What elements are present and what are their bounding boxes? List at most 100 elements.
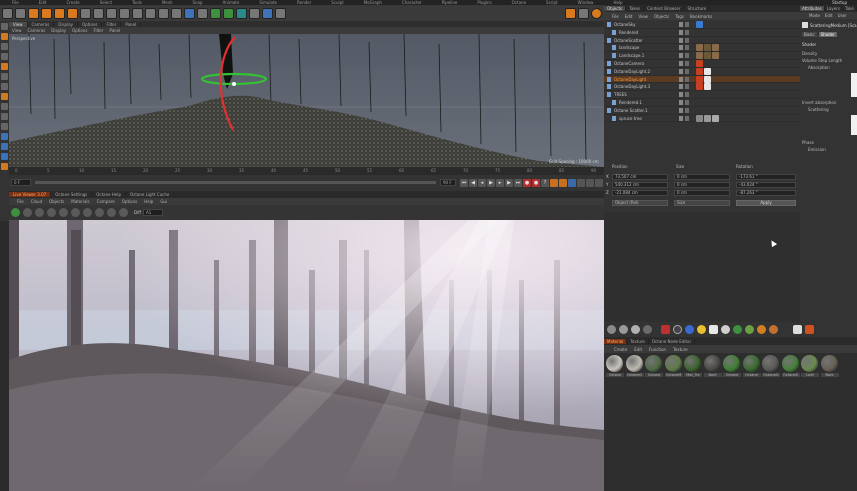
enable-toggle-icon[interactable] — [685, 92, 689, 98]
render-picture-viewer-icon[interactable] — [158, 7, 169, 19]
daylight-icon[interactable] — [685, 325, 694, 334]
tab-structure[interactable]: Structure — [684, 6, 711, 11]
om-menu-bookmarks[interactable]: Bookmarks — [690, 14, 712, 19]
visibility-toggle-icon[interactable] — [679, 29, 683, 35]
goto-end-icon[interactable]: ⏭ — [514, 178, 522, 187]
object-row[interactable]: OctaneDayLight — [604, 75, 800, 84]
material-swatch[interactable]: OctaneG — [625, 355, 644, 378]
rv-menu-objects[interactable]: Objects — [49, 199, 64, 204]
live-selection-icon[interactable] — [28, 7, 39, 19]
vp-menu-panel[interactable]: Panel — [109, 28, 120, 33]
sculpt-icon[interactable] — [1, 153, 8, 160]
object-tag-icon[interactable] — [696, 44, 703, 52]
uv-mode-icon[interactable] — [1, 83, 8, 90]
object-tag-icon[interactable] — [704, 52, 711, 60]
enable-toggle-icon[interactable] — [685, 29, 689, 35]
size-x-field[interactable]: 0 cm — [674, 174, 730, 180]
keyframe-selection-icon[interactable]: ? — [541, 178, 549, 187]
visibility-toggle-icon[interactable] — [679, 92, 683, 98]
x-axis-icon[interactable] — [93, 7, 104, 19]
material-swatch[interactable]: Bark — [703, 355, 722, 378]
next-frame-icon[interactable]: ▸ — [496, 178, 504, 187]
stop-icon[interactable] — [47, 208, 56, 217]
scattering-swatch[interactable] — [851, 115, 857, 135]
workplane-icon[interactable] — [1, 43, 8, 50]
tab-layers[interactable]: Layers — [825, 6, 843, 11]
diffuse-material-icon[interactable] — [607, 325, 616, 334]
channel-select[interactable]: A1 — [142, 209, 163, 216]
coordinate-system-icon[interactable] — [132, 7, 143, 19]
scale-icon[interactable] — [54, 7, 65, 19]
mat-menu-texture[interactable]: Texture — [673, 347, 688, 352]
clay-mode-icon[interactable] — [83, 208, 92, 217]
lock-icon[interactable] — [591, 7, 602, 19]
tab-cameras[interactable]: Cameras — [28, 21, 55, 27]
position-y-field[interactable]: 540.312 cm — [612, 182, 668, 188]
render-settings-icon[interactable] — [171, 7, 182, 19]
vp-menu-filter[interactable]: Filter — [93, 28, 103, 33]
enable-toggle-icon[interactable] — [685, 76, 689, 82]
time-slider[interactable] — [35, 181, 436, 184]
subtab-basic[interactable]: Basic — [802, 32, 817, 37]
enable-toggle-icon[interactable] — [685, 115, 689, 121]
visibility-toggle-icon[interactable] — [679, 115, 683, 121]
z-axis-icon[interactable] — [119, 7, 130, 19]
enable-toggle-icon[interactable] — [685, 45, 689, 51]
size-y-field[interactable]: 0 cm — [674, 182, 730, 188]
tab-display[interactable]: Display — [54, 21, 79, 27]
size-z-field[interactable]: 0 cm — [674, 190, 730, 196]
visibility-toggle-icon[interactable] — [679, 37, 683, 43]
octane-icon[interactable] — [565, 7, 576, 19]
enable-axis-icon[interactable] — [1, 93, 8, 100]
rv-menu-cloud[interactable]: Cloud — [31, 199, 42, 204]
render-view-icon[interactable] — [145, 7, 156, 19]
mat-menu-create[interactable]: Create — [614, 347, 627, 352]
param-key-icon[interactable] — [577, 178, 585, 187]
mat-menu-edit[interactable]: Edit — [634, 347, 642, 352]
autokey-icon[interactable]: ● — [532, 178, 540, 187]
object-row[interactable]: Rendered — [604, 29, 800, 37]
material-swatch[interactable]: OctaneM — [664, 355, 683, 378]
object-tag-icon[interactable] — [696, 114, 703, 122]
move-icon[interactable] — [41, 7, 52, 19]
start-frame-field[interactable]: 0 F — [11, 179, 31, 186]
solo-icon[interactable] — [1, 133, 8, 140]
light-icon[interactable] — [275, 7, 286, 19]
enable-toggle-icon[interactable] — [685, 100, 689, 105]
om-menu-view[interactable]: View — [638, 14, 648, 19]
material-swatch[interactable]: Leaf — [801, 355, 819, 378]
vdb-icon[interactable] — [745, 325, 754, 334]
tab-options[interactable]: Options — [78, 21, 103, 27]
render-output[interactable] — [9, 220, 604, 491]
enable-toggle-icon[interactable] — [685, 61, 689, 66]
visibility-toggle-icon[interactable] — [679, 68, 683, 74]
mix-material-icon[interactable] — [643, 325, 652, 334]
object-tag-icon[interactable] — [712, 44, 719, 52]
sphere-light-icon[interactable] — [721, 325, 730, 334]
object-row[interactable]: Octane Scatter.1 — [604, 107, 800, 115]
tab-texture[interactable]: Texture — [627, 339, 649, 344]
specular-material-icon[interactable] — [631, 325, 640, 334]
object-tag-icon[interactable] — [712, 52, 719, 60]
timeline-ruler[interactable]: 0 5 10 15 20 25 30 35 40 45 50 55 60 65 70 75 80 85 90 — [9, 167, 604, 175]
pause-icon[interactable] — [35, 208, 44, 217]
rv-menu-materials[interactable]: Materials — [71, 199, 89, 204]
material-swatch[interactable]: Octane — [606, 355, 624, 378]
workplane-lock-icon[interactable] — [1, 123, 8, 130]
om-menu-tags[interactable]: Tags — [675, 14, 684, 19]
position-x-field[interactable]: 73.507 cm — [612, 174, 668, 180]
edges-mode-icon[interactable] — [1, 63, 8, 70]
subdivision-icon[interactable] — [210, 7, 221, 19]
object-tag-icon[interactable] — [696, 83, 703, 91]
restart-icon[interactable] — [23, 208, 32, 217]
tab-filter[interactable]: Filter — [102, 21, 122, 27]
play-icon[interactable]: ▶ — [487, 178, 495, 187]
rotation-h-field[interactable]: -173.61 ° — [736, 174, 796, 180]
om-menu-file[interactable]: File — [612, 14, 619, 19]
object-row[interactable]: OctaneScatter — [604, 37, 800, 45]
tab-octane-settings[interactable]: Octane Settings — [51, 192, 93, 197]
visibility-toggle-icon[interactable] — [679, 76, 683, 82]
prev-key-icon[interactable]: ◀ — [469, 178, 477, 187]
material-swatch[interactable]: Mat_Tre — [684, 355, 702, 378]
size-mode-select[interactable]: Size — [674, 200, 730, 206]
